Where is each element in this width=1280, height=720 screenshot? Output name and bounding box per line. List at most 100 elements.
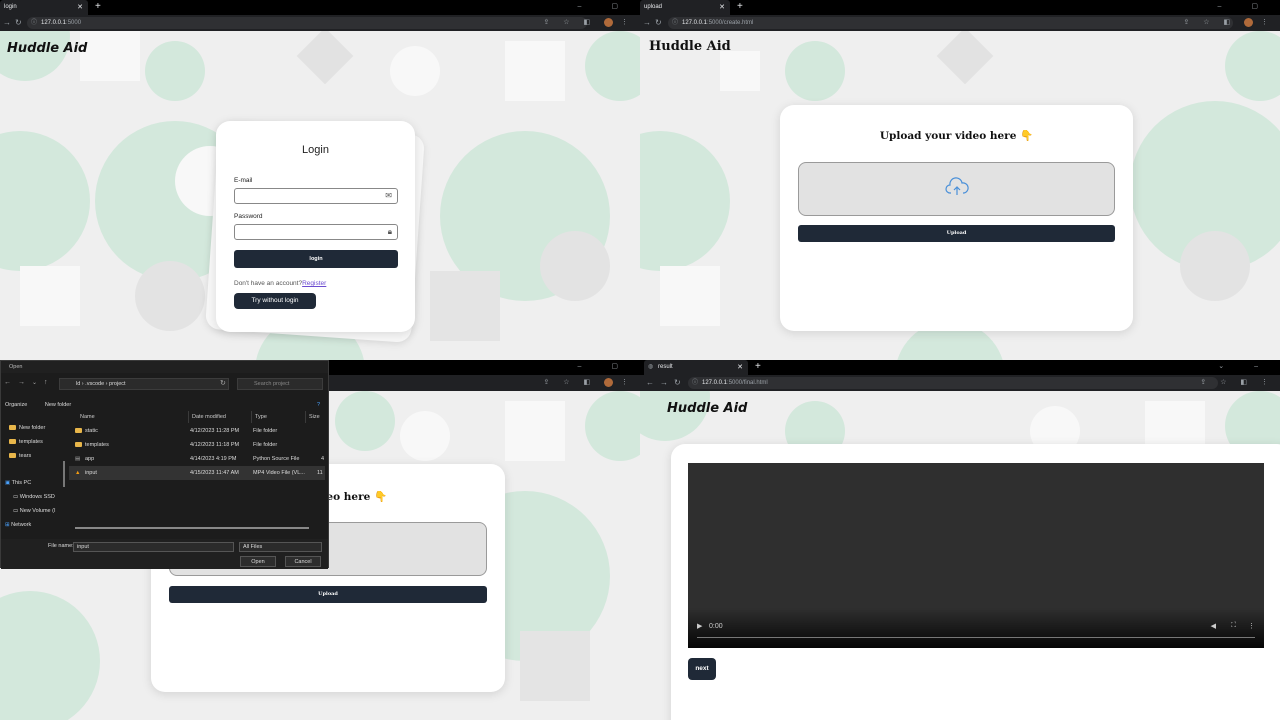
- avatar[interactable]: [1244, 17, 1254, 27]
- folder-icon: [75, 438, 85, 452]
- file-date: 4/12/2023 11:18 PM: [190, 442, 240, 448]
- cancel-button[interactable]: Cancel: [285, 556, 321, 567]
- new-tab-icon[interactable]: +: [737, 0, 743, 14]
- sidebar-item[interactable]: ▭ New Volume (I: [13, 506, 56, 516]
- search-input[interactable]: Search project: [237, 378, 323, 390]
- url-path: :5000/final.html: [727, 380, 768, 386]
- close-tab-icon[interactable]: ✕: [77, 0, 83, 15]
- file-row[interactable]: static 4/12/2023 11:28 PM File folder: [69, 424, 325, 438]
- login-button[interactable]: login: [234, 250, 398, 268]
- upload-button[interactable]: Upload: [798, 225, 1115, 242]
- tab-result[interactable]: ◍ result ✕: [644, 360, 748, 375]
- play-icon[interactable]: ▶: [697, 622, 702, 630]
- brand-logo: Huddle Aid: [667, 401, 748, 416]
- url-field[interactable]: ⓘ 127.0.0.1:5000/create.html: [668, 17, 1233, 29]
- reload-icon[interactable]: ↻: [655, 15, 662, 31]
- help-icon[interactable]: ?: [317, 399, 320, 411]
- close-tab-icon[interactable]: ✕: [737, 360, 743, 375]
- sidebar-item[interactable]: ▣ This PC: [5, 478, 31, 488]
- register-link[interactable]: Register: [302, 280, 326, 287]
- breadcrumb-item[interactable]: ld: [76, 381, 80, 387]
- column-header-date[interactable]: Date modified: [189, 411, 252, 423]
- sidebar-item-label: tears: [19, 453, 32, 459]
- vlc-file-icon: ▲: [75, 470, 81, 476]
- refresh-icon[interactable]: ↻: [220, 379, 226, 387]
- forward-icon[interactable]: →: [643, 15, 651, 31]
- sidebar-scrollbar[interactable]: [63, 461, 65, 487]
- toolbar-icons[interactable]: ⇪ ☆ ◧ ⋮: [1183, 15, 1274, 31]
- upload-window: upload ✕ + – ▢ → ↻ ⓘ 127.0.0.1:5000/crea…: [640, 0, 1280, 360]
- new-folder-button[interactable]: New folder: [45, 402, 71, 408]
- bg-square: [505, 41, 565, 101]
- window-controls[interactable]: – ▢: [578, 360, 632, 373]
- more-options-icon[interactable]: ⋮: [1248, 622, 1255, 630]
- lock-icon: 🔒︎: [387, 227, 392, 236]
- back-icon[interactable]: ←: [646, 375, 654, 391]
- login-title: Login: [302, 144, 329, 156]
- next-button[interactable]: next: [688, 658, 716, 680]
- video-player[interactable]: ▶ 0:00 ◀ ⛶ ⋮: [688, 463, 1264, 648]
- column-header-name[interactable]: Name: [77, 411, 189, 423]
- volume-icon[interactable]: ◀: [1211, 622, 1216, 630]
- up-icon[interactable]: ↑: [44, 379, 48, 386]
- new-tab-icon[interactable]: +: [755, 360, 761, 374]
- avatar[interactable]: [604, 377, 614, 387]
- horizontal-scrollbar[interactable]: [75, 527, 309, 529]
- url-path: :5000/create.html: [707, 20, 754, 26]
- chevron-down-icon[interactable]: ⌄: [32, 379, 37, 386]
- sidebar-item-label: templates: [19, 439, 43, 445]
- file-size: 11: [317, 470, 323, 476]
- open-button[interactable]: Open: [240, 556, 276, 567]
- sidebar-item[interactable]: templates: [9, 437, 43, 447]
- tab-login[interactable]: login ✕: [0, 0, 88, 15]
- url-field[interactable]: ⓘ 127.0.0.1:5000/final.html: [688, 377, 1218, 389]
- sidebar-item[interactable]: New folder: [9, 423, 45, 433]
- dialog-nav: ← → ⌄ ↑ ld › .vscode › project ↻ Search …: [1, 377, 328, 391]
- tab-upload[interactable]: upload ✕: [640, 0, 730, 15]
- file-dropzone[interactable]: [798, 162, 1115, 216]
- mail-icon: ✉: [385, 191, 392, 200]
- sidebar-item[interactable]: tears: [9, 451, 31, 461]
- column-header-size[interactable]: Size: [306, 411, 326, 423]
- window-controls[interactable]: – ▢: [1218, 0, 1272, 13]
- email-field[interactable]: ✉: [234, 188, 398, 204]
- new-tab-icon[interactable]: +: [95, 0, 101, 14]
- window-controls[interactable]: ⌄ –: [1218, 360, 1272, 373]
- forward-icon[interactable]: →: [660, 375, 668, 391]
- try-without-login-button[interactable]: Try without login: [234, 293, 316, 309]
- forward-icon[interactable]: →: [3, 15, 11, 31]
- toolbar-icons[interactable]: ⇪ ☆ ◧ ⋮: [543, 15, 634, 31]
- file-row[interactable]: templates 4/12/2023 11:18 PM File folder: [69, 438, 325, 452]
- video-time: 0:00: [709, 623, 723, 630]
- back-icon[interactable]: ←: [4, 379, 11, 386]
- file-type-select[interactable]: All Files: [239, 542, 322, 552]
- file-row-selected[interactable]: ▲ input 4/15/2023 11:47 AM MP4 Video Fil…: [69, 466, 325, 480]
- column-header-type[interactable]: Type: [252, 411, 306, 423]
- python-file-icon: ▤: [75, 456, 81, 462]
- file-row[interactable]: ▤ app 4/14/2023 4:19 PM Python Source Fi…: [69, 452, 325, 466]
- password-field[interactable]: 🔒︎: [234, 224, 398, 240]
- file-name-input[interactable]: input: [73, 542, 234, 552]
- forward-icon[interactable]: →: [18, 379, 25, 386]
- video-seek-bar[interactable]: [697, 637, 1255, 638]
- fullscreen-icon[interactable]: ⛶: [1231, 622, 1236, 630]
- organize-button[interactable]: Organize: [5, 402, 27, 408]
- breadcrumb-item[interactable]: project: [109, 381, 126, 387]
- window-controls[interactable]: – ▢: [578, 0, 632, 13]
- upload-button[interactable]: Upload: [169, 586, 487, 603]
- url-host: 127.0.0.1: [41, 20, 67, 26]
- url-field[interactable]: ⓘ 127.0.0.1:5000: [27, 17, 587, 29]
- bg-circle: [640, 131, 730, 271]
- reload-icon[interactable]: ↻: [674, 375, 681, 391]
- toolbar-icons[interactable]: ⇪ ☆ ◧ ⋮: [543, 375, 634, 391]
- path-breadcrumb[interactable]: ld › .vscode › project: [59, 378, 229, 390]
- sidebar-item[interactable]: ⊞ Network: [5, 520, 31, 530]
- avatar[interactable]: [604, 17, 614, 27]
- reload-icon[interactable]: ↻: [15, 15, 22, 31]
- breadcrumb-item[interactable]: .vscode: [85, 381, 104, 387]
- toolbar-icons[interactable]: ⇪ ☆ ◧ ⋮: [1200, 375, 1274, 391]
- password-label: Password: [234, 213, 263, 220]
- sidebar-item[interactable]: ▭ Windows SSD: [13, 492, 55, 502]
- bg-circle: [135, 261, 205, 331]
- close-tab-icon[interactable]: ✕: [719, 0, 725, 15]
